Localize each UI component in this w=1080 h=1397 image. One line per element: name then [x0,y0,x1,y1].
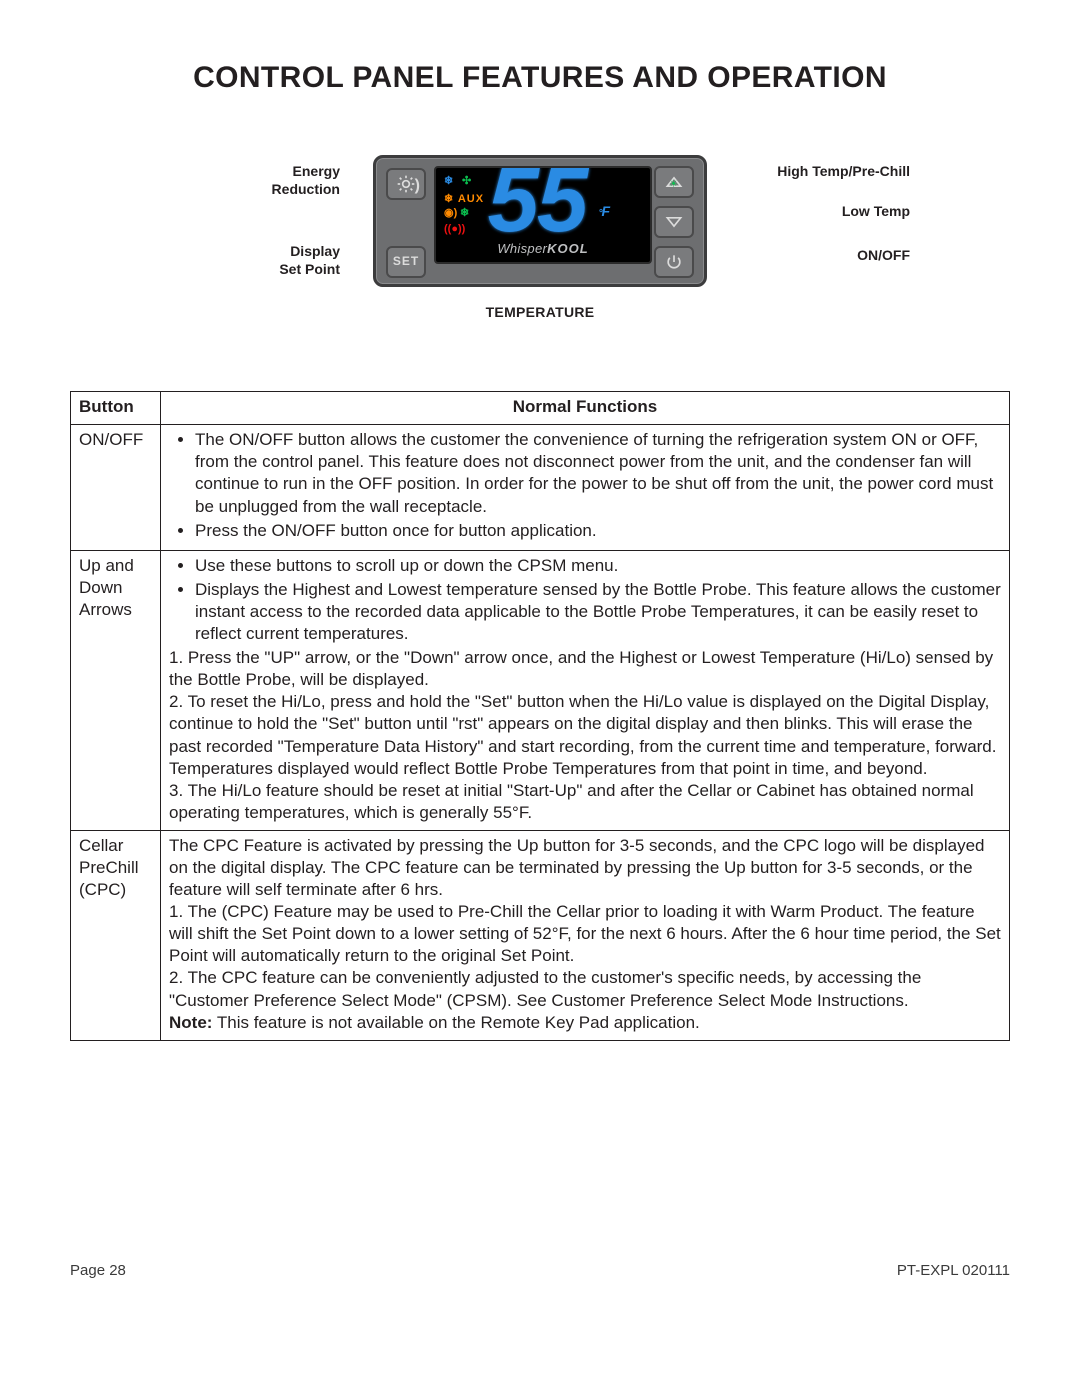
fan-icon: ✣ [462,176,471,187]
list-item: Displays the Highest and Lowest temperat… [195,579,1001,645]
functions-table: Button Normal Functions ON/OFF The ON/OF… [70,391,1010,1041]
alarm-icon: ((●)) [444,224,465,235]
note: Note: This feature is not available on t… [169,1012,1001,1034]
brand-prefix: Whisper [497,241,547,256]
energy-reduction-button[interactable]: ) [386,168,426,200]
note-label: Note: [169,1013,212,1032]
page-title: CONTROL PANEL FEATURES AND OPERATION [70,58,1010,97]
table-row: Cellar PreChill (CPC) The CPC Feature is… [71,830,1010,1040]
callout-energy-reduction: EnergyReduction [200,163,340,198]
footer-doc-id: PT-EXPL 020111 [897,1261,1010,1281]
header-functions: Normal Functions [161,392,1010,425]
page-footer: Page 28 PT-EXPL 020111 [70,1261,1010,1281]
temperature-caption: TEMPERATURE [373,303,707,321]
table-row: Up and Down Arrows Use these buttons to … [71,550,1010,830]
numbered-item: 2. To reset the Hi/Lo, press and hold th… [169,691,1001,779]
callout-text: DisplaySet Point [279,243,340,277]
footer-page: Page 28 [70,1261,126,1281]
snowflake-small-icon: ❄ [460,208,469,219]
row-functions: The CPC Feature is activated by pressing… [161,830,1010,1040]
row-functions: The ON/OFF button allows the customer th… [161,425,1010,550]
callout-on-off: ON/OFF [857,247,910,265]
callout-low-temp: Low Temp [842,203,910,221]
snowflake-icon: ❄ [444,176,453,187]
numbered-item: 2. The CPC feature can be conveniently a… [169,967,1001,1011]
power-icon [664,252,684,272]
callout-display-set-point: DisplaySet Point [200,243,340,278]
temperature-readout: 55 [488,166,586,246]
control-panel: ) SET ☀ ❄ ✣ ❄ AUX ◉) ❄ ((●)) 55 F [373,155,707,287]
numbered-item: 1. Press the "UP" arrow, or the "Down" a… [169,647,1001,691]
brand-label: WhisperKOOL [436,241,650,258]
callout-high-temp: High Temp/Pre-Chill [777,163,910,181]
list-item: The ON/OFF button allows the customer th… [195,429,1001,517]
list-item: Press the ON/OFF button once for button … [195,520,1001,542]
up-arrow-button[interactable]: ☀ [654,166,694,198]
target-icon: ◉) [444,208,457,219]
temperature-unit: F [598,202,610,220]
numbered-item: 1. The (CPC) Feature may be used to Pre-… [169,901,1001,967]
row-button-label: Up and Down Arrows [71,550,161,830]
table-header-row: Button Normal Functions [71,392,1010,425]
sun-icon [396,174,416,194]
down-arrow-button[interactable] [654,206,694,238]
triangle-down-icon [664,212,684,232]
numbered-item: 3. The Hi/Lo feature should be reset at … [169,780,1001,824]
power-button[interactable] [654,246,694,278]
table-row: ON/OFF The ON/OFF button allows the cust… [71,425,1010,550]
control-panel-diagram: EnergyReduction DisplaySet Point High Te… [210,155,870,321]
row-intro: The CPC Feature is activated by pressing… [169,835,1001,901]
callout-text: EnergyReduction [272,163,340,197]
brand-bold: KOOL [547,241,589,256]
aux-indicator: ❄ AUX [444,194,484,205]
digital-display: ❄ ✣ ❄ AUX ◉) ❄ ((●)) 55 F WhisperKOOL [434,166,652,264]
header-button: Button [71,392,161,425]
row-button-label: Cellar PreChill (CPC) [71,830,161,1040]
set-button[interactable]: SET [386,246,426,278]
sun-small-icon: ☀ [669,178,678,191]
row-functions: Use these buttons to scroll up or down t… [161,550,1010,830]
list-item: Use these buttons to scroll up or down t… [195,555,1001,577]
row-button-label: ON/OFF [71,425,161,550]
note-text: This feature is not available on the Rem… [212,1013,699,1032]
